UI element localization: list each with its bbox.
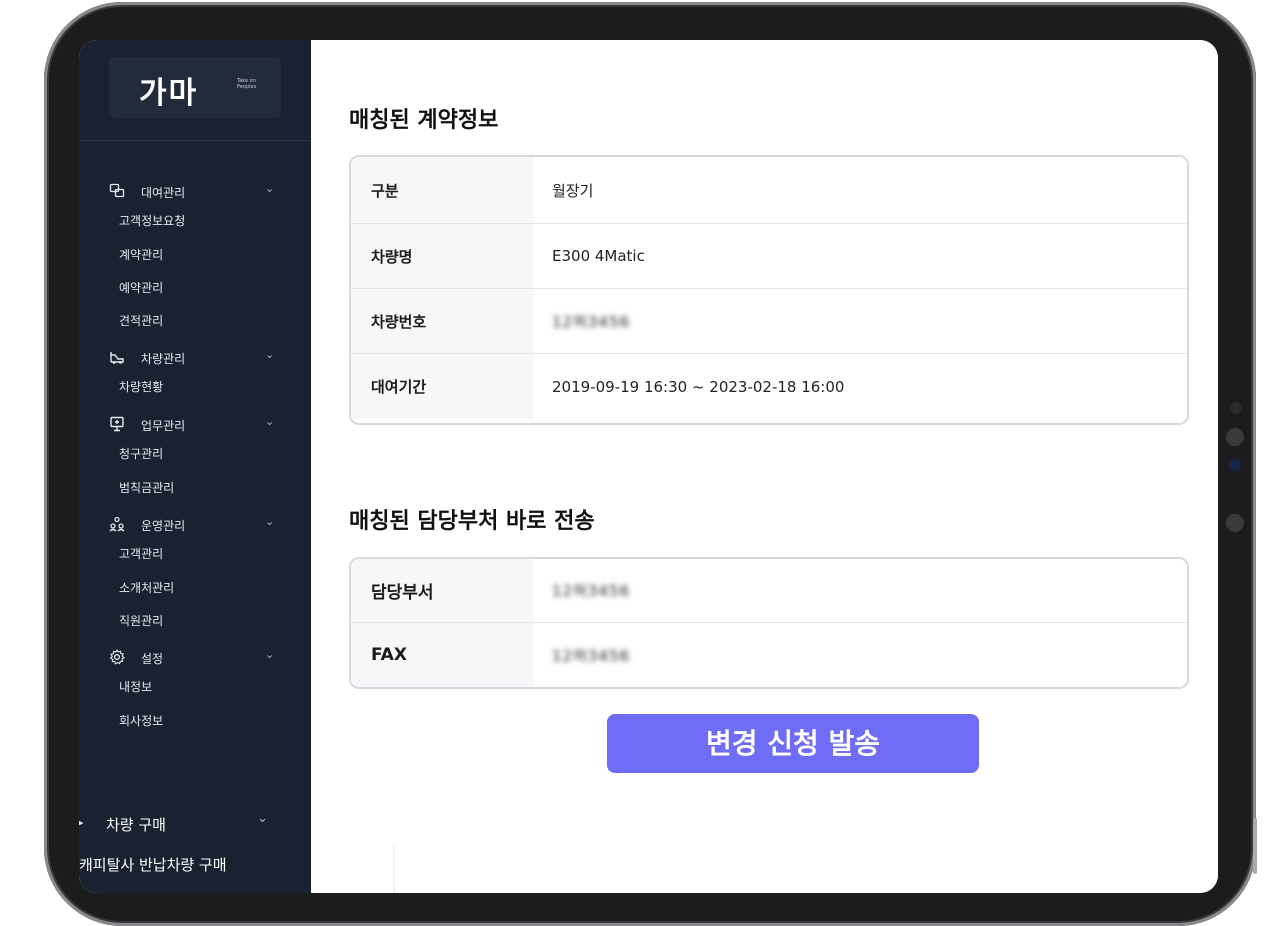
table-row: 차량명 E300 4Matic: [351, 224, 1187, 289]
sidebar-item[interactable]: 소개처관리: [79, 577, 311, 610]
logo[interactable]: 가마 Take on Peoples: [109, 57, 281, 118]
sidebar-item[interactable]: 회사정보: [79, 710, 311, 743]
camera-sensor: [1229, 459, 1241, 471]
sidebar-group-vehicle[interactable]: 차량관리 ⌄: [79, 343, 311, 376]
row-label: FAX: [351, 623, 534, 687]
table-row: 대여기간 2019-09-19 16:30 ~ 2023-02-18 16:00: [351, 354, 1187, 419]
car-rental-icon: [109, 183, 125, 199]
sidebar-group-label: 업무관리: [141, 419, 186, 433]
chevron-down-icon[interactable]: ⌄: [265, 415, 274, 428]
sidebar-item[interactable]: 차량현황: [79, 376, 311, 410]
row-label: 차량번호: [351, 289, 534, 353]
sidebar-item[interactable]: 고객관리: [79, 543, 311, 577]
table-row: FAX 12허3456: [351, 623, 1187, 687]
people-icon: [109, 516, 125, 532]
row-value-blurred: 12허3456: [552, 582, 631, 600]
sidebar-group-settings[interactable]: 설정 ⌄: [79, 643, 311, 676]
sidebar-item[interactable]: 계약관리: [79, 244, 311, 277]
chevron-down-icon[interactable]: ⌄: [265, 182, 274, 195]
row-value-blurred: 12허3456: [552, 646, 631, 665]
row-label: 구분: [351, 157, 534, 223]
sidebar-item[interactable]: 직원관리: [79, 610, 311, 643]
camera-dot: [1230, 402, 1242, 414]
table-row: 차량번호 12허3456: [351, 289, 1187, 354]
row-label: 차량명: [351, 224, 534, 288]
logo-text: 가마: [139, 76, 199, 111]
section-title-contract: 매칭된 계약정보: [349, 108, 499, 133]
camera-lens: [1226, 428, 1244, 446]
chevron-down-icon[interactable]: ⌄: [257, 811, 268, 826]
sidebar-item[interactable]: 견적관리: [79, 310, 311, 343]
sidebar-group-rental[interactable]: 대여관리 ⌄: [79, 177, 311, 210]
sidebar-group-label: 차량관리: [141, 352, 186, 366]
sidebar-item[interactable]: 범칙금관리: [79, 477, 311, 510]
dept-info-table: 담당부서 12허3456 FAX 12허3456: [349, 557, 1189, 689]
sidebar-item[interactable]: 청구관리: [79, 443, 311, 477]
row-value: E300 4Matic: [552, 247, 645, 265]
car-icon: ▶: [79, 816, 84, 829]
divider: [79, 140, 311, 141]
sidebar-group-label: 대여관리: [141, 186, 186, 200]
main-content: 매칭된 계약정보 구분 월장기 차량명 E300 4Matic 차량번호 12허…: [311, 40, 1218, 893]
logo-tagline: Take on Peoples: [237, 78, 257, 90]
send-change-request-button[interactable]: 변경 신청 발송: [607, 714, 979, 773]
sidebar-group-label: 차량 구매: [106, 816, 166, 834]
sidebar: 가마 Take on Peoples 대여관리 ⌄ 고객정보요청 계약관리 예약…: [79, 40, 311, 893]
row-label: 대여기간: [351, 354, 534, 419]
table-row: 구분 월장기: [351, 157, 1187, 224]
presentation-icon: [109, 416, 125, 432]
sidebar-group-label: 설정: [141, 652, 164, 666]
sidebar-group-operation[interactable]: 운영관리 ⌄: [79, 510, 311, 543]
section-title-dept: 매칭된 담당부처 바로 전송: [349, 509, 595, 534]
sidebar-item-capital-return[interactable]: 캐피탈사 반납차량 구매: [79, 854, 227, 875]
chevron-down-icon[interactable]: ⌄: [265, 648, 274, 661]
sidebar-group-label: 운영관리: [141, 519, 186, 533]
chevron-down-icon[interactable]: ⌄: [265, 515, 274, 528]
camera-lens: [1226, 514, 1244, 532]
sidebar-group-work[interactable]: 업무관리 ⌄: [79, 410, 311, 443]
sidebar-item[interactable]: 고객정보요청: [79, 210, 311, 244]
row-value: 2019-09-19 16:30 ~ 2023-02-18 16:00: [552, 377, 845, 396]
app-screen: 가마 Take on Peoples 대여관리 ⌄ 고객정보요청 계약관리 예약…: [79, 40, 1218, 893]
row-value: 월장기: [552, 181, 594, 200]
sidebar-item[interactable]: 예약관리: [79, 277, 311, 310]
gear-icon: [109, 648, 125, 665]
device-side-button: [1253, 818, 1257, 874]
chevron-down-icon[interactable]: ⌄: [265, 348, 274, 361]
row-value-blurred: 12허3456: [552, 312, 631, 331]
sidebar-item[interactable]: 내정보: [79, 676, 311, 710]
divider: [393, 846, 395, 893]
car-icon: [109, 349, 125, 365]
row-label: 담당부서: [351, 559, 534, 622]
contract-info-table: 구분 월장기 차량명 E300 4Matic 차량번호 12허3456 대여기간…: [349, 155, 1189, 425]
sidebar-menu: 대여관리 ⌄ 고객정보요청 계약관리 예약관리 견적관리 차량관리 ⌄ 차량현황: [79, 177, 311, 743]
table-row: 담당부서 12허3456: [351, 559, 1187, 623]
